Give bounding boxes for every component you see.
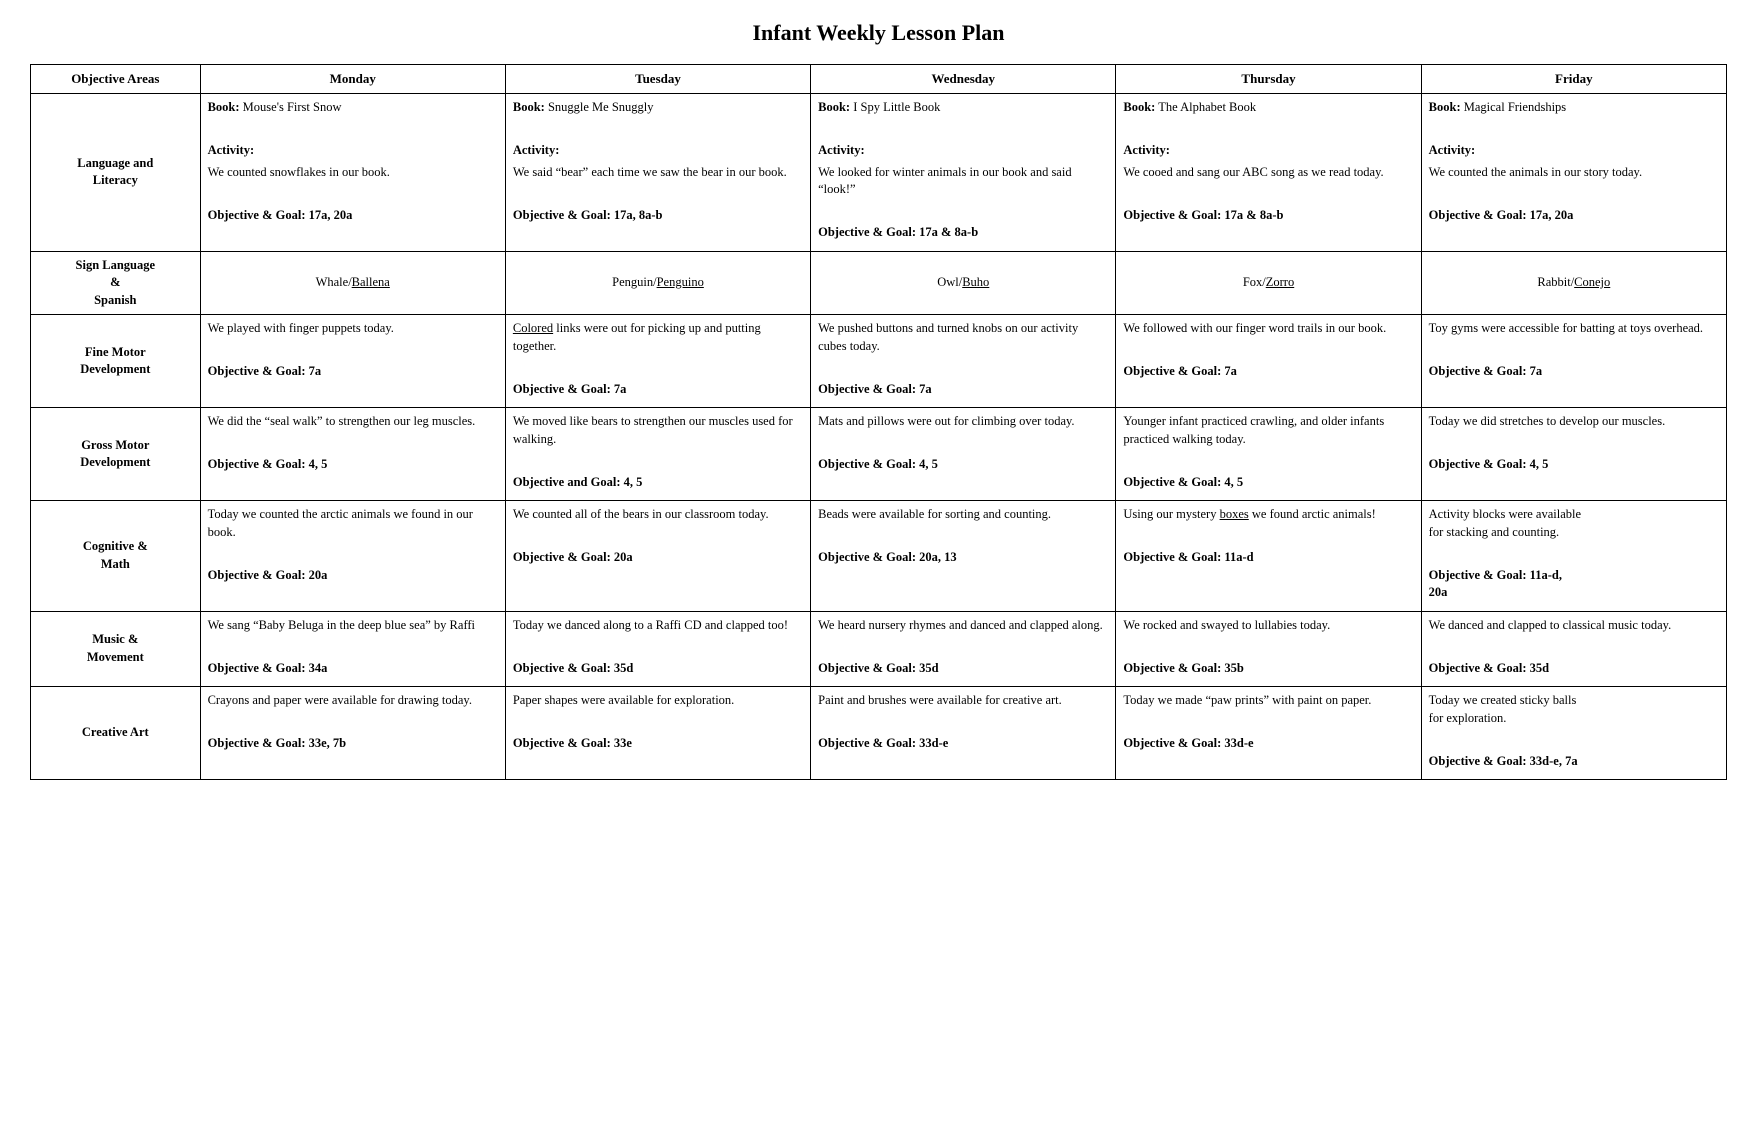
wednesday-sign-cell-1: Owl/Buho [811, 251, 1116, 315]
thursday-cell-6: Today we made “paw prints” with paint on… [1116, 687, 1421, 780]
lesson-plan-table: Objective Areas Monday Tuesday Wednesday… [30, 64, 1727, 780]
friday-sign-cell-1: Rabbit/Conejo [1421, 251, 1726, 315]
monday-sign-cell-1: Whale/Ballena [200, 251, 505, 315]
area-cell-1: Sign Language&Spanish [31, 251, 201, 315]
header-tuesday: Tuesday [505, 65, 810, 94]
thursday-cognitive-cell: Using our mystery boxes we found arctic … [1116, 501, 1421, 612]
header-wednesday: Wednesday [811, 65, 1116, 94]
friday-cell-5: We danced and clapped to classical music… [1421, 611, 1726, 687]
monday-lang-cell: Book: Mouse's First Snow Activity:We cou… [200, 94, 505, 252]
friday-cognitive-cell: Activity blocks were availablefor stacki… [1421, 501, 1726, 612]
monday-cell-5: We sang “Baby Beluga in the deep blue se… [200, 611, 505, 687]
monday-cell-3: We did the “seal walk” to strengthen our… [200, 408, 505, 501]
area-cell-3: Gross MotorDevelopment [31, 408, 201, 501]
tuesday-cell-6: Paper shapes were available for explorat… [505, 687, 810, 780]
wednesday-cell-6: Paint and brushes were available for cre… [811, 687, 1116, 780]
wednesday-cell-5: We heard nursery rhymes and danced and c… [811, 611, 1116, 687]
wednesday-cognitive-cell: Beads were available for sorting and cou… [811, 501, 1116, 612]
header-area: Objective Areas [31, 65, 201, 94]
thursday-cell-5: We rocked and swayed to lullabies today.… [1116, 611, 1421, 687]
area-cell-5: Music &Movement [31, 611, 201, 687]
friday-cell-6: Today we created sticky ballsfor explora… [1421, 687, 1726, 780]
tuesday-lang-cell: Book: Snuggle Me Snuggly Activity:We sai… [505, 94, 810, 252]
area-cell-6: Creative Art [31, 687, 201, 780]
friday-lang-cell: Book: Magical Friendships Activity:We co… [1421, 94, 1726, 252]
header-monday: Monday [200, 65, 505, 94]
thursday-lang-cell: Book: The Alphabet Book Activity:We cooe… [1116, 94, 1421, 252]
thursday-finemotor-cell: We followed with our finger word trails … [1116, 315, 1421, 408]
tuesday-cognitive-cell: We counted all of the bears in our class… [505, 501, 810, 612]
wednesday-finemotor-cell: We pushed buttons and turned knobs on ou… [811, 315, 1116, 408]
page-title: Infant Weekly Lesson Plan [30, 20, 1727, 46]
area-cell-4: Cognitive &Math [31, 501, 201, 612]
monday-finemotor-cell: We played with finger puppets today. Obj… [200, 315, 505, 408]
thursday-sign-cell-1: Fox/Zorro [1116, 251, 1421, 315]
wednesday-cell-3: Mats and pillows were out for climbing o… [811, 408, 1116, 501]
tuesday-cell-5: Today we danced along to a Raffi CD and … [505, 611, 810, 687]
monday-cell-6: Crayons and paper were available for dra… [200, 687, 505, 780]
monday-cognitive-cell: Today we counted the arctic animals we f… [200, 501, 505, 612]
friday-cell-3: Today we did stretches to develop our mu… [1421, 408, 1726, 501]
tuesday-finemotor-cell: Colored links were out for picking up an… [505, 315, 810, 408]
area-cell-0: Language andLiteracy [31, 94, 201, 252]
thursday-cell-3: Younger infant practiced crawling, and o… [1116, 408, 1421, 501]
tuesday-sign-cell-1: Penguin/Penguino [505, 251, 810, 315]
tuesday-cell-3: We moved like bears to strengthen our mu… [505, 408, 810, 501]
area-cell-2: Fine MotorDevelopment [31, 315, 201, 408]
friday-finemotor-cell: Toy gyms were accessible for batting at … [1421, 315, 1726, 408]
header-thursday: Thursday [1116, 65, 1421, 94]
header-friday: Friday [1421, 65, 1726, 94]
wednesday-lang-cell: Book: I Spy Little Book Activity:We look… [811, 94, 1116, 252]
